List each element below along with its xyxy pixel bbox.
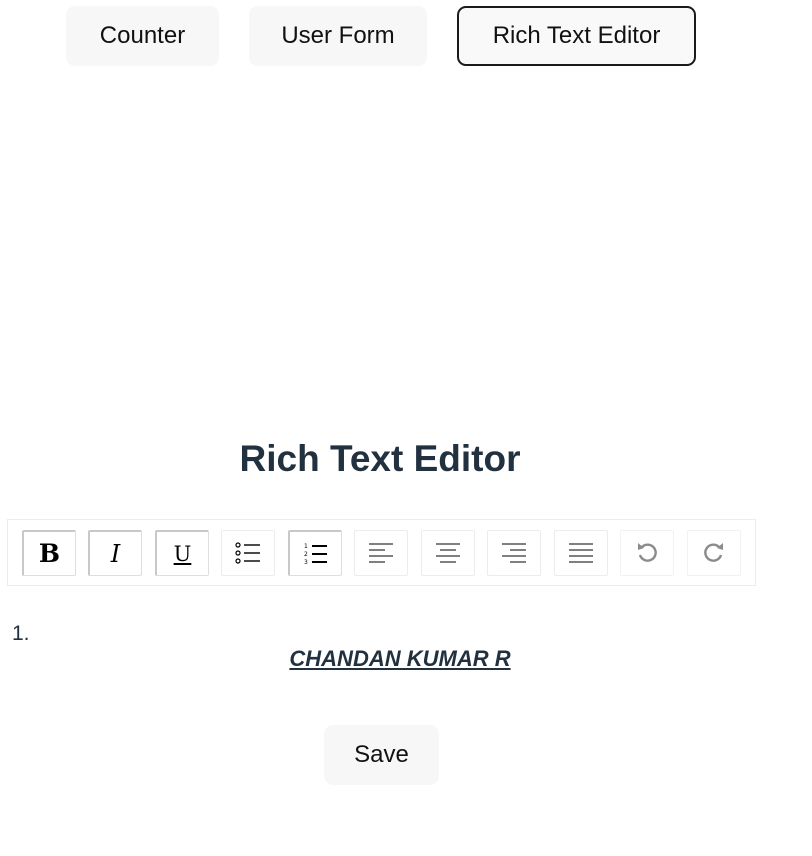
redo-icon	[704, 543, 723, 562]
page-title: Rich Text Editor	[239, 438, 521, 479]
svg-text:2: 2	[304, 551, 308, 558]
bullet-list-icon	[235, 542, 260, 564]
bold-icon: B	[38, 539, 61, 568]
align-center-icon	[436, 543, 460, 563]
editor-toolbar: B I U 1 2 3	[7, 519, 756, 586]
undo-icon	[638, 543, 657, 562]
numbered-list-icon: 1 2 3	[304, 543, 327, 566]
save-button[interactable]: Save	[324, 725, 439, 785]
undo-button[interactable]	[620, 530, 674, 576]
align-left-icon	[369, 543, 393, 563]
svg-text:1: 1	[304, 543, 308, 550]
svg-text:3: 3	[304, 559, 308, 566]
bold-button[interactable]: B	[22, 530, 76, 576]
italic-button[interactable]: I	[88, 530, 142, 576]
align-justify-icon	[569, 543, 593, 563]
list-marker: 1.	[12, 622, 30, 645]
tab-user-form[interactable]: User Form	[249, 6, 427, 66]
align-right-icon	[502, 543, 526, 563]
editor-text: CHANDAN KUMAR R	[289, 646, 511, 671]
editor-content[interactable]: 1. CHANDAN KUMAR R	[12, 618, 772, 688]
page: Counter User Form Rich Text Editor Rich …	[0, 0, 812, 856]
tab-counter[interactable]: Counter	[66, 6, 219, 66]
tab-rich-text-editor[interactable]: Rich Text Editor	[457, 6, 696, 66]
redo-button[interactable]	[687, 530, 741, 576]
underline-button[interactable]: U	[155, 530, 209, 576]
italic-icon: I	[110, 539, 121, 568]
align-center-button[interactable]	[421, 530, 475, 576]
numbered-list-button[interactable]: 1 2 3	[288, 530, 342, 576]
align-right-button[interactable]	[487, 530, 541, 576]
bullet-list-button[interactable]	[221, 530, 275, 576]
align-left-button[interactable]	[354, 530, 408, 576]
underline-icon: U	[173, 541, 192, 566]
align-justify-button[interactable]	[554, 530, 608, 576]
